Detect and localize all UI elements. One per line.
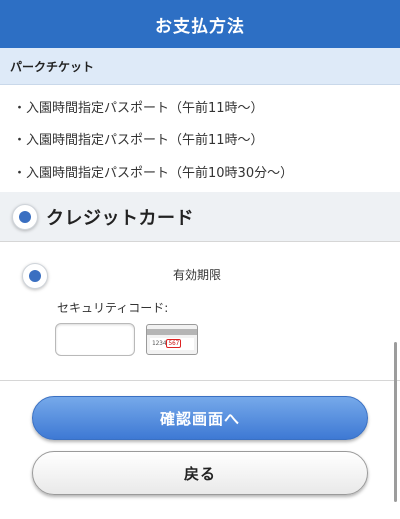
park-ticket-heading: パークチケット (0, 48, 400, 85)
card-digits: 1234 (152, 340, 167, 347)
back-button-label: 戻る (183, 464, 216, 483)
confirm-button-label: 確認画面へ (159, 409, 240, 428)
saved-card-radio[interactable] (22, 263, 48, 289)
credit-card-option[interactable]: クレジットカード (0, 192, 400, 242)
radio-selected-dot (19, 210, 31, 223)
credit-card-radio[interactable] (12, 203, 38, 230)
security-code-input[interactable] (55, 323, 135, 356)
ticket-list: ・入園時間指定パスポート（午前11時〜） ・入園時間指定パスポート（午前11時〜… (0, 85, 400, 191)
scrollbar[interactable] (394, 342, 397, 502)
park-ticket-heading-label: パークチケット (10, 59, 95, 74)
page-title: お支払方法 (155, 16, 245, 37)
divider (0, 380, 400, 381)
cvv-highlight: 567 (166, 339, 182, 348)
security-code-label: セキュリティコード: (57, 301, 169, 315)
magnetic-stripe (147, 329, 197, 335)
radio-selected-dot (29, 270, 41, 282)
credit-card-form: 有効期限 セキュリティコード: 1234 567 (0, 243, 400, 380)
list-item: ・入園時間指定パスポート（午前11時〜） (13, 133, 264, 148)
confirm-button[interactable]: 確認画面へ (32, 396, 368, 440)
back-button[interactable]: 戻る (32, 451, 368, 495)
credit-card-title: クレジットカード (46, 207, 194, 229)
page-header: お支払方法 (0, 0, 400, 48)
list-item: ・入園時間指定パスポート（午前11時〜） (13, 101, 264, 116)
list-item: ・入園時間指定パスポート（午前10時30分〜） (13, 166, 294, 181)
card-back-illustration: 1234 567 (146, 324, 198, 355)
signature-panel: 1234 567 (150, 338, 194, 350)
expiry-label: 有効期限 (173, 268, 222, 282)
